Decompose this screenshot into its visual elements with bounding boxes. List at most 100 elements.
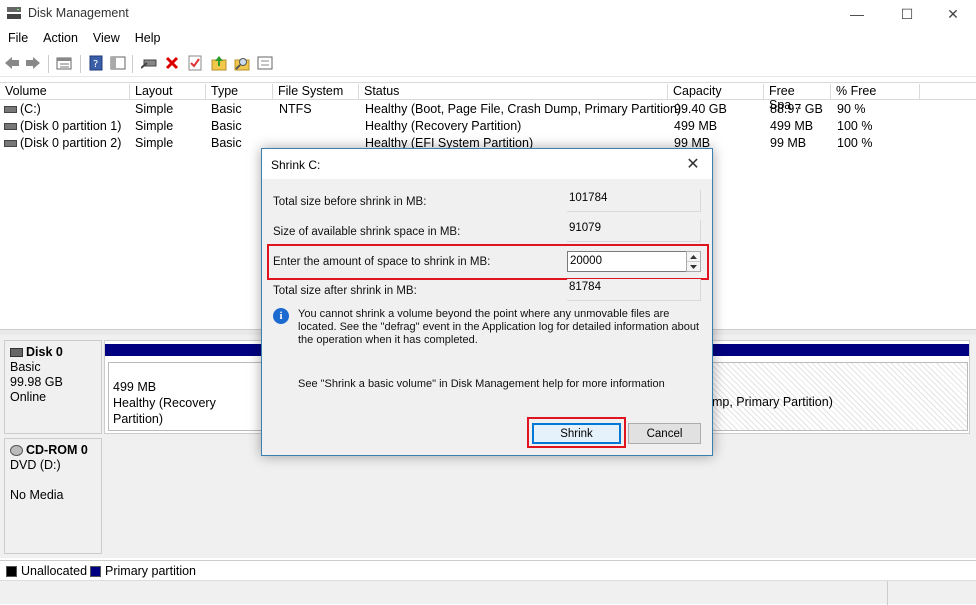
forward-arrow-icon[interactable]	[25, 55, 41, 71]
minimize-button[interactable]: —	[834, 0, 880, 28]
checklist-icon[interactable]	[187, 55, 203, 71]
cell-free: 499 MB	[770, 119, 814, 133]
disk-icon	[10, 348, 23, 357]
total-size-before-value: 101784	[567, 190, 701, 212]
window-title: Disk Management	[28, 6, 129, 20]
drive-icon	[4, 140, 17, 147]
spin-up-icon[interactable]	[687, 252, 700, 262]
spin-down-icon[interactable]	[687, 262, 700, 271]
cancel-button[interactable]: Cancel	[628, 423, 701, 444]
info-icon: i	[273, 308, 289, 324]
back-arrow-icon[interactable]	[4, 55, 20, 71]
disk-state: No Media	[10, 488, 64, 502]
cell-layout: Simple	[135, 102, 174, 116]
dialog-close-icon[interactable]: ✕	[682, 153, 704, 175]
legend-label: Primary partition	[105, 564, 196, 578]
total-size-after-label: Total size after shrink in MB:	[273, 285, 417, 297]
legend-swatch-unallocated	[6, 566, 17, 577]
search-folder-icon[interactable]	[234, 55, 250, 71]
table-row[interactable]: (Disk 0 partition 1) Simple Basic Health…	[0, 118, 976, 135]
column-capacity[interactable]: Capacity	[668, 84, 764, 100]
disk-name: CD-ROM 0	[26, 443, 88, 457]
panel-icon[interactable]	[257, 55, 273, 71]
available-shrink-value: 91079	[567, 220, 701, 242]
dialog-title-bar: Shrink C: ✕	[262, 149, 712, 179]
disk-0-label[interactable]: Disk 0 Basic 99.98 GB Online	[4, 340, 102, 434]
partition-status: mp, Primary Partition)	[712, 395, 833, 409]
disk-size: 99.98 GB	[10, 375, 63, 389]
cell-status: Healthy (Recovery Partition)	[365, 119, 522, 133]
cell-free: 99 MB	[770, 136, 807, 150]
menu-view[interactable]: View	[85, 28, 127, 45]
available-shrink-label: Size of available shrink space in MB:	[273, 226, 461, 238]
console-pane-icon[interactable]	[110, 55, 126, 71]
total-size-after-value: 81784	[567, 279, 701, 301]
cell-capacity: 499 MB	[674, 119, 718, 133]
legend-label: Unallocated	[21, 564, 88, 578]
toolbar: ?	[0, 51, 976, 77]
cell-capacity: 99.40 GB	[674, 102, 727, 116]
disk-type: DVD (D:)	[10, 458, 61, 472]
partition-status: Healthy (Recovery Partition)	[113, 396, 216, 426]
cell-pct: 90 %	[837, 102, 866, 116]
column-file-system[interactable]: File System	[273, 84, 359, 100]
disk-size	[10, 473, 101, 488]
cell-free: 88.97 GB	[770, 102, 823, 116]
cell-type: Basic	[211, 102, 242, 116]
column-volume[interactable]: Volume	[0, 84, 130, 100]
close-button[interactable]: ✕	[930, 0, 976, 28]
status-bar	[0, 580, 976, 605]
disk-type: Basic	[10, 360, 41, 374]
title-bar: Disk Management — ☐ ✕	[0, 0, 976, 28]
legend-swatch-primary	[90, 566, 101, 577]
cdrom-icon	[10, 445, 23, 456]
legend: Unallocated Primary partition	[0, 560, 976, 580]
maximize-button[interactable]: ☐	[884, 0, 930, 28]
column-layout[interactable]: Layout	[130, 84, 206, 100]
cell-volume: (Disk 0 partition 1)	[20, 119, 122, 133]
cell-fs: NTFS	[279, 102, 312, 116]
partition-recovery[interactable]: 499 MB Healthy (Recovery Partition)	[108, 362, 263, 431]
properties-list-icon[interactable]	[56, 55, 72, 71]
cdrom-0-label[interactable]: CD-ROM 0 DVD (D:) No Media	[4, 438, 102, 554]
cell-type: Basic	[211, 119, 242, 133]
svg-text:?: ?	[93, 59, 98, 70]
column-type[interactable]: Type	[206, 84, 273, 100]
disk-name: Disk 0	[26, 345, 63, 359]
cell-volume: (C:)	[20, 102, 41, 116]
help-icon[interactable]: ?	[88, 55, 104, 71]
cell-layout: Simple	[135, 119, 174, 133]
cell-status: Healthy (Boot, Page File, Crash Dump, Pr…	[365, 102, 682, 116]
menu-file[interactable]: File	[0, 28, 35, 45]
disk-management-icon	[6, 6, 22, 20]
total-size-before-label: Total size before shrink in MB:	[273, 196, 427, 208]
disk-state: Online	[10, 390, 47, 404]
shrink-dialog: Shrink C: ✕ Total size before shrink in …	[261, 148, 713, 456]
shrink-amount-input[interactable]: 20000	[567, 251, 687, 272]
delete-icon[interactable]	[164, 55, 180, 71]
menu-action[interactable]: Action	[35, 28, 85, 45]
partition-size: 499 MB	[113, 380, 157, 394]
cell-pct: 100 %	[837, 136, 873, 150]
up-folder-icon[interactable]	[211, 55, 227, 71]
volume-table-header: Volume Layout Type File System Status Ca…	[0, 82, 976, 112]
drive-icon	[4, 123, 17, 130]
partition-c[interactable]: mp, Primary Partition)	[709, 362, 968, 431]
column-free-space[interactable]: Free Spa...	[764, 84, 831, 112]
cell-layout: Simple	[135, 136, 174, 150]
dialog-title: Shrink C:	[271, 158, 321, 172]
column-percent-free[interactable]: % Free	[831, 84, 920, 100]
menu-bar: File Action View Help	[0, 28, 976, 49]
column-status[interactable]: Status	[359, 84, 668, 100]
cell-pct: 100 %	[837, 119, 873, 133]
table-row[interactable]: (C:) Simple Basic NTFS Healthy (Boot, Pa…	[0, 101, 976, 118]
shrink-amount-label: Enter the amount of space to shrink in M…	[273, 256, 491, 268]
cell-volume: (Disk 0 partition 2)	[20, 136, 122, 150]
cell-type: Basic	[211, 136, 242, 150]
drive-icon	[4, 106, 17, 113]
shrink-amount-spinner[interactable]	[686, 251, 701, 272]
connect-drive-icon[interactable]	[141, 55, 157, 71]
shrink-button[interactable]: Shrink	[532, 423, 621, 444]
info-message: You cannot shrink a volume beyond the po…	[298, 308, 700, 346]
menu-help[interactable]: Help	[127, 28, 168, 45]
